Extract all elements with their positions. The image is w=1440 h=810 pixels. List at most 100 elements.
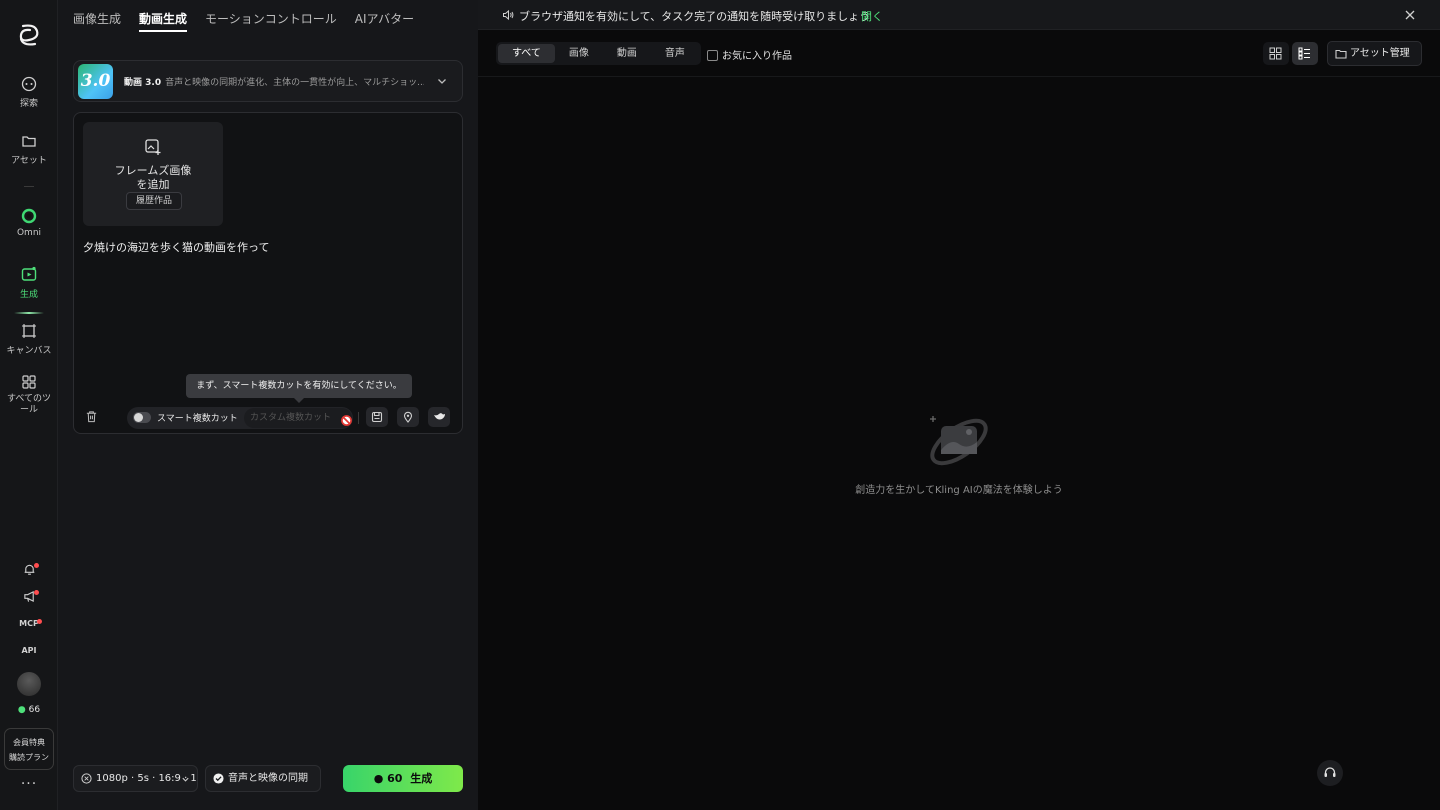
mcp-link[interactable]: MCP bbox=[0, 619, 58, 628]
prohibited-icon bbox=[341, 415, 352, 426]
grid-icon bbox=[22, 375, 36, 389]
model-selector[interactable]: 3.0 動画 3.0 音声と映像の同期が進化、主体の一貫性が向上、マルチショッ..… bbox=[73, 60, 463, 102]
model-name: 動画 3.0 bbox=[124, 78, 162, 88]
close-icon[interactable] bbox=[1404, 9, 1416, 21]
location-pin-icon bbox=[403, 411, 413, 423]
asset-filter-tabs: すべて 画像 動画 音声 bbox=[496, 42, 701, 65]
settings-circle-icon bbox=[81, 773, 92, 784]
model-badge: 3.0 bbox=[78, 64, 113, 99]
sidebar-item-label: すべてのツール bbox=[7, 394, 52, 415]
sidebar-item-label: キャンバス bbox=[6, 346, 52, 356]
chevron-down-icon bbox=[438, 79, 446, 84]
grid-view-button[interactable] bbox=[1263, 42, 1289, 65]
smart-multi-cut-group: スマート複数カット カスタム複数カット bbox=[127, 407, 353, 429]
left-rail: 探索 アセット Omni 生成 キャンバス すべてのツール MCP API ● … bbox=[0, 0, 58, 810]
prompt-editor: フレームズ画像 を追加 履歴作品 夕焼けの海辺を歩く猫の動画を作って まず、スマ… bbox=[73, 112, 463, 434]
smart-multi-cut-toggle[interactable] bbox=[133, 412, 151, 423]
announcements-button[interactable] bbox=[0, 590, 58, 607]
audio-video-sync-label: 音声と映像の同期 bbox=[228, 773, 308, 784]
enable-notifications-link[interactable]: 開く bbox=[861, 8, 883, 24]
sidebar-item-label: Omni bbox=[16, 228, 42, 238]
subscription-plan-button[interactable]: 会員特典 購読プラン bbox=[4, 728, 54, 770]
favorites-label: お気に入り作品 bbox=[722, 51, 792, 62]
canvas-icon bbox=[22, 324, 36, 338]
omni-icon bbox=[21, 208, 37, 224]
add-frame-line1: フレームズ画像 bbox=[114, 164, 192, 177]
generate-label: 生成 bbox=[410, 772, 433, 785]
empty-gallery-icon bbox=[930, 416, 988, 466]
more-icon: ··· bbox=[20, 776, 38, 792]
asset-management-button[interactable]: アセット管理 bbox=[1327, 41, 1422, 66]
rail-divider bbox=[24, 186, 34, 187]
avatar[interactable] bbox=[17, 672, 41, 696]
bird-tool-button[interactable] bbox=[428, 407, 450, 427]
notification-bell[interactable] bbox=[0, 563, 58, 580]
generate-icon bbox=[21, 266, 37, 281]
model-info: 動画 3.0 音声と映像の同期が進化、主体の一貫性が向上、マルチショッ... bbox=[124, 75, 424, 88]
sidebar-item-label: 生成 bbox=[19, 290, 38, 300]
check-circle-icon bbox=[213, 773, 224, 784]
folder-icon bbox=[22, 136, 36, 147]
explore-icon bbox=[21, 76, 37, 92]
mcp-dot bbox=[37, 619, 42, 624]
generate-cost: 60 bbox=[387, 772, 403, 785]
generate-button[interactable]: ● 60 生成 bbox=[343, 765, 463, 792]
asset-management-label: アセット管理 bbox=[1350, 48, 1410, 59]
save-draft-button[interactable] bbox=[366, 407, 388, 427]
sidebar-item-canvas[interactable]: キャンバス bbox=[0, 323, 58, 356]
tab-ai-avatar[interactable]: AIアバター bbox=[355, 0, 414, 32]
tab-image-generation[interactable]: 画像生成 bbox=[73, 0, 121, 32]
tab-video-generation[interactable]: 動画生成 bbox=[139, 0, 188, 32]
location-button[interactable] bbox=[397, 407, 419, 427]
add-frame-image-button[interactable]: フレームズ画像 を追加 履歴作品 bbox=[83, 122, 223, 226]
list-view-icon bbox=[1298, 47, 1310, 60]
credit-count: 66 bbox=[28, 705, 41, 715]
credit-balance[interactable]: ● 66 bbox=[0, 705, 58, 715]
add-frame-line2: を追加 bbox=[136, 178, 170, 191]
custom-multi-cut-button[interactable]: カスタム複数カット bbox=[244, 408, 352, 428]
headset-icon bbox=[1324, 767, 1336, 777]
notification-banner: ブラウザ通知を有効にして、タスク完了の通知を随時受け取りましょう 開く bbox=[478, 0, 1440, 30]
favorites-checkbox[interactable]: お気に入り作品 bbox=[707, 47, 792, 62]
sidebar-item-label: 探索 bbox=[19, 99, 38, 109]
sidebar-item-all-tools[interactable]: すべてのツール bbox=[0, 374, 58, 416]
filter-video[interactable]: 動画 bbox=[603, 44, 651, 63]
speaker-icon bbox=[503, 9, 514, 21]
bird-icon bbox=[434, 413, 445, 420]
credit-flame-icon: ● bbox=[17, 705, 26, 715]
toolbar-divider bbox=[478, 76, 1440, 77]
history-works-button[interactable]: 履歴作品 bbox=[126, 192, 182, 210]
sidebar-item-explore[interactable]: 探索 bbox=[0, 76, 58, 109]
mcp-label: MCP bbox=[19, 619, 39, 628]
api-link[interactable]: API bbox=[0, 646, 58, 655]
announcement-dot bbox=[34, 590, 39, 595]
list-view-button[interactable] bbox=[1292, 42, 1318, 65]
notice-text: ブラウザ通知を有効にして、タスク完了の通知を随時受け取りましょう bbox=[519, 10, 871, 23]
video-settings-dropdown[interactable]: 1080p · 5s · 16:9 · 1 bbox=[73, 765, 198, 792]
kling-logo-icon[interactable] bbox=[16, 22, 42, 48]
sidebar-item-assets[interactable]: アセット bbox=[0, 133, 58, 166]
assets-area: ブラウザ通知を有効にして、タスク完了の通知を随時受け取りましょう 開く すべて … bbox=[478, 0, 1440, 810]
plan-line1: 会員特典 bbox=[13, 738, 45, 747]
sidebar-item-omni[interactable]: Omni bbox=[0, 208, 58, 238]
empty-state-text: 創造力を生かしてKling AIの魔法を体験しよう bbox=[855, 485, 1063, 496]
notification-dot bbox=[34, 563, 39, 568]
save-icon bbox=[371, 411, 383, 423]
smart-multi-cut-label: スマート複数カット bbox=[157, 414, 238, 424]
filter-all[interactable]: すべて bbox=[498, 44, 555, 63]
filter-audio[interactable]: 音声 bbox=[651, 44, 699, 63]
add-frame-label: フレームズ画像 を追加 bbox=[83, 164, 223, 192]
audio-video-sync-toggle[interactable]: 音声と映像の同期 bbox=[205, 765, 321, 792]
sidebar-item-generate[interactable]: 生成 bbox=[0, 265, 58, 314]
prompt-text[interactable]: 夕焼けの海辺を歩く猫の動画を作って bbox=[83, 239, 269, 255]
more-menu-button[interactable]: ··· bbox=[0, 776, 58, 792]
trash-icon[interactable] bbox=[85, 410, 98, 423]
grid-view-icon bbox=[1269, 47, 1282, 60]
toolbar-divider bbox=[358, 412, 359, 424]
sidebar-item-label: アセット bbox=[11, 156, 47, 166]
folder-icon bbox=[1335, 49, 1347, 59]
customer-support-button[interactable] bbox=[1317, 760, 1343, 786]
tab-motion-control[interactable]: モーションコントロール bbox=[205, 0, 337, 32]
filter-image[interactable]: 画像 bbox=[555, 44, 603, 63]
chevron-down-icon bbox=[182, 777, 189, 782]
